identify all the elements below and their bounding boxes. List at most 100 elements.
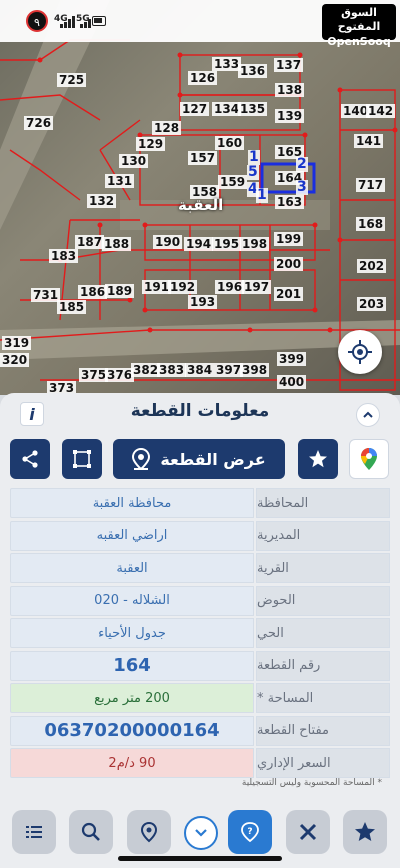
star-icon — [355, 822, 375, 841]
parcel-label[interactable]: 163 — [275, 195, 305, 209]
favorites-button[interactable] — [343, 810, 387, 854]
share-button[interactable] — [10, 439, 50, 479]
parcel-label[interactable]: 202 — [357, 259, 387, 273]
svg-text:?: ? — [247, 827, 252, 837]
parcel-label[interactable]: 186 — [78, 285, 108, 299]
parcel-label[interactable]: 138 — [275, 83, 305, 97]
parcel-label[interactable]: 196 — [215, 280, 245, 294]
map-pin-icon — [132, 448, 151, 470]
parcel-label[interactable]: 139 — [275, 109, 305, 123]
parcel-label[interactable]: 397 — [214, 363, 244, 377]
location-button[interactable] — [127, 810, 171, 854]
chevron-up-icon — [363, 411, 373, 418]
measure-button[interactable] — [286, 810, 330, 854]
parcel-label[interactable]: 187 — [75, 235, 105, 249]
google-maps-button[interactable] — [349, 439, 389, 479]
parcel-label[interactable]: 203 — [357, 297, 387, 311]
parcel-label[interactable]: 128 — [152, 121, 182, 135]
parcel-label[interactable]: 383 — [157, 363, 187, 377]
parcel-label[interactable]: 142 — [366, 104, 396, 118]
parcel-label[interactable]: 160 — [215, 136, 245, 150]
parcel-label[interactable]: 192 — [168, 280, 198, 294]
info-value: الشلاله - 020 — [10, 585, 254, 616]
parcel-label[interactable]: 188 — [102, 237, 132, 251]
favorite-button[interactable] — [298, 439, 338, 479]
parcel-label[interactable]: 398 — [240, 363, 270, 377]
info-key: القرية — [256, 553, 390, 583]
info-row-parcel-key: 06370200000164 مفتاح القطعة — [10, 715, 390, 746]
parcel-label[interactable]: 190 — [153, 235, 183, 249]
parcel-label[interactable]: 135 — [238, 102, 268, 116]
parcel-label[interactable]: 400 — [277, 375, 307, 389]
parcel-label[interactable]: 197 — [242, 280, 272, 294]
parcel-label[interactable]: 731 — [31, 288, 61, 302]
parcel-label[interactable]: 130 — [119, 154, 149, 168]
parcel-label[interactable]: 320 — [0, 353, 30, 367]
parcel-label[interactable]: 126 — [188, 71, 218, 85]
layers-list-button[interactable] — [12, 810, 56, 854]
parcel-label[interactable]: 183 — [49, 249, 79, 263]
share-icon — [22, 450, 38, 468]
map-area-label: العقبة — [178, 196, 224, 214]
collapse-button[interactable] — [356, 403, 380, 427]
sheet-title: معلومات القطعة — [130, 401, 270, 421]
ruler-cross-icon — [299, 823, 317, 841]
battery-icon — [92, 16, 106, 26]
parcel-label[interactable]: 191 — [142, 280, 172, 294]
parcel-label[interactable]: 376 — [105, 368, 135, 382]
show-parcel-button[interactable]: عرض القطعة — [113, 439, 285, 479]
parcel-label[interactable]: 136 — [238, 64, 268, 78]
parcel-label[interactable]: 159 — [218, 175, 248, 189]
star-icon — [309, 450, 327, 468]
brand-english: OpenSooq — [327, 35, 391, 48]
parcel-label[interactable]: 129 — [136, 137, 166, 151]
help-icon: ? — [241, 822, 259, 843]
parcel-label[interactable]: 198 — [240, 237, 270, 251]
parcel-label[interactable]: 193 — [188, 295, 218, 309]
highlight-number: 3 — [296, 179, 308, 195]
info-key: المحافظة — [256, 488, 390, 518]
highlight-number: 2 — [296, 156, 308, 172]
parcel-label[interactable]: 132 — [87, 194, 117, 208]
parcel-label[interactable]: 195 — [212, 237, 242, 251]
list-icon — [26, 826, 42, 838]
parcel-label[interactable]: 141 — [354, 134, 384, 148]
parcel-label[interactable]: 726 — [24, 116, 54, 130]
parcel-label[interactable]: 127 — [180, 102, 210, 116]
parcel-label[interactable]: 131 — [105, 174, 135, 188]
parcel-label[interactable]: 134 — [212, 102, 242, 116]
opensooq-logo[interactable]: السوق المفتوح OpenSooq — [322, 4, 396, 48]
parcel-label[interactable]: 384 — [185, 363, 215, 377]
parcel-label[interactable]: 199 — [274, 232, 304, 246]
boundary-button[interactable] — [62, 439, 102, 479]
help-button[interactable]: ? — [228, 810, 272, 854]
info-value: 200 متر مربع — [10, 683, 254, 713]
info-row-directorate: اراضي العقبه المديرية — [10, 520, 390, 551]
parcel-label[interactable]: 137 — [274, 58, 304, 72]
expand-toggle-button[interactable] — [184, 816, 218, 850]
search-button[interactable] — [69, 810, 113, 854]
info-key: السعر الإداري — [256, 748, 390, 778]
parcel-label[interactable]: 382 — [131, 363, 161, 377]
parcel-label[interactable]: 157 — [188, 151, 218, 165]
parcel-label[interactable]: 200 — [274, 257, 304, 271]
parcel-label[interactable]: 201 — [274, 287, 304, 301]
notification-badge: ٩ — [26, 10, 48, 32]
highlight-number: 5 — [247, 164, 259, 180]
google-maps-icon — [361, 448, 377, 470]
my-location-button[interactable] — [338, 330, 382, 374]
parcel-label[interactable]: 189 — [105, 284, 135, 298]
info-value: محافظة العقبة — [10, 488, 254, 518]
info-value: 90 د/م2 — [10, 748, 254, 778]
polygon-select-icon — [73, 450, 91, 468]
parcel-label[interactable]: 399 — [277, 352, 307, 366]
parcel-label[interactable]: 725 — [57, 73, 87, 87]
parcel-label[interactable]: 168 — [356, 217, 386, 231]
parcel-label[interactable]: 133 — [212, 57, 242, 71]
parcel-label[interactable]: 185 — [57, 300, 87, 314]
parcel-label[interactable]: 194 — [184, 237, 214, 251]
parcel-label[interactable]: 375 — [79, 368, 109, 382]
map-view[interactable]: 725 726 126 133 136 137 138 127 134 135 … — [0, 0, 400, 395]
parcel-label[interactable]: 319 — [2, 336, 32, 350]
parcel-label[interactable]: 717 — [356, 178, 386, 192]
